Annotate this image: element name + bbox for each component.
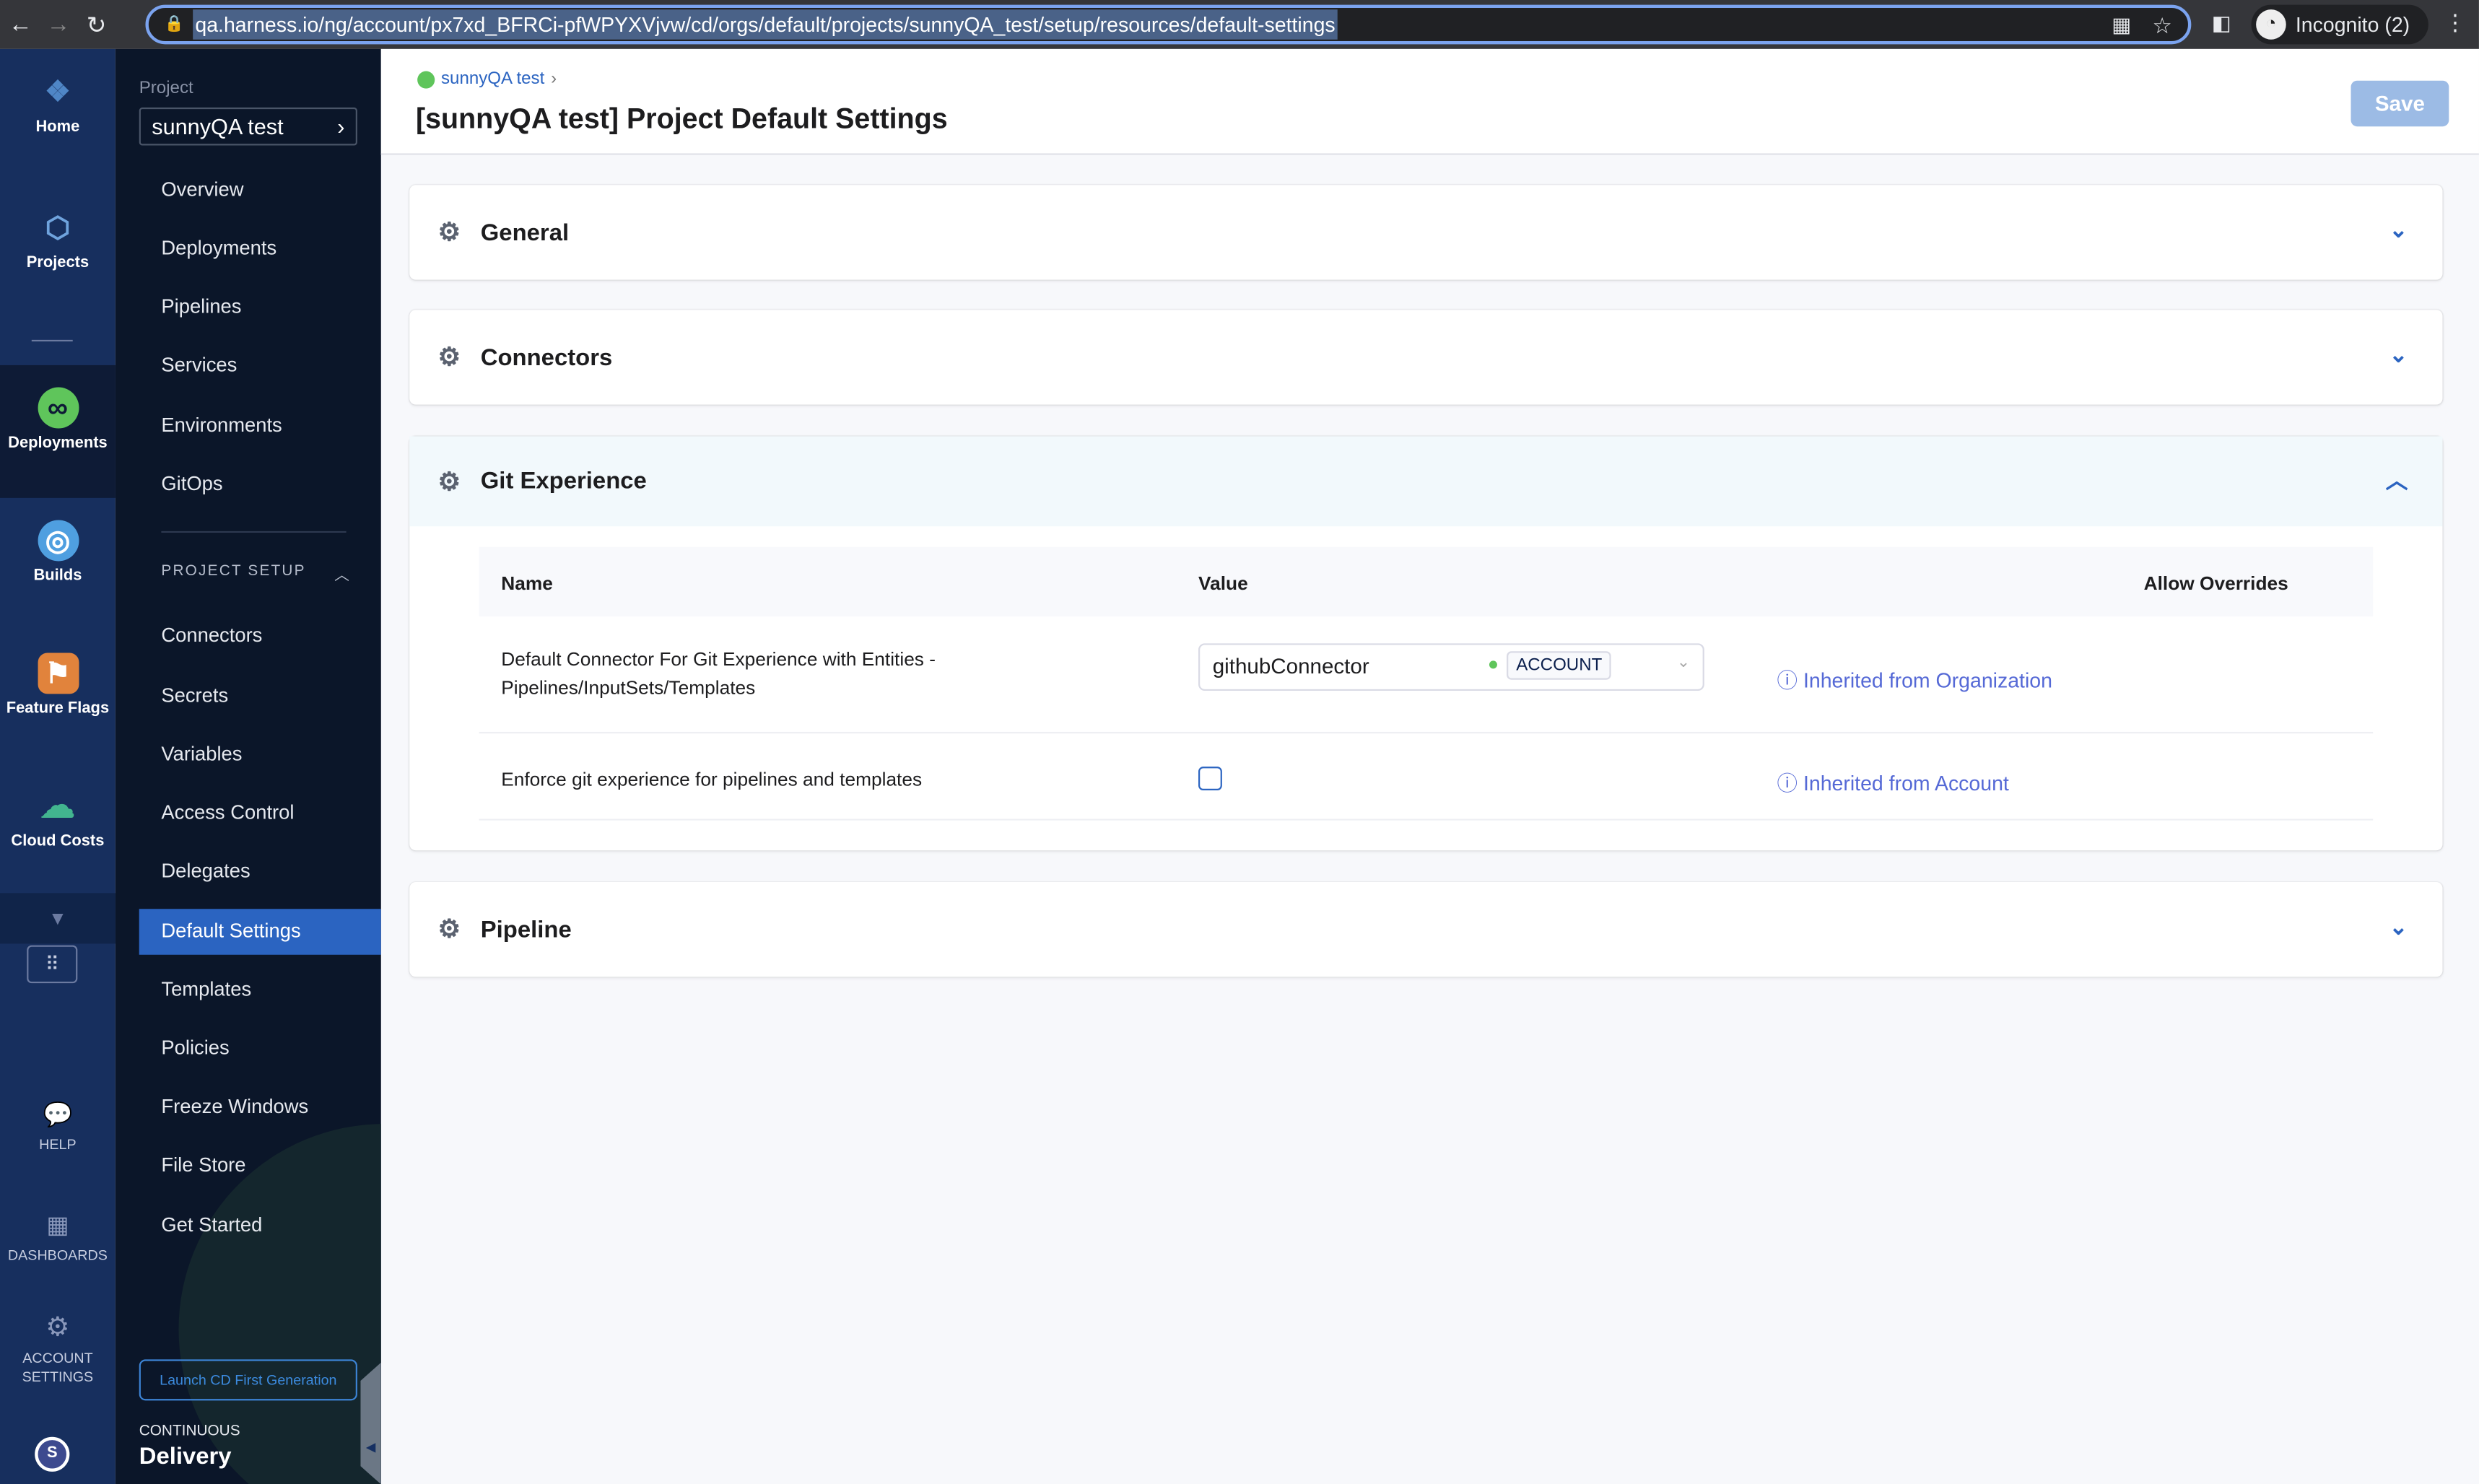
sidepanel-icon[interactable]: ◧ (2212, 11, 2231, 36)
section-pipeline[interactable]: ⚙ Pipeline ⌄ (409, 882, 2443, 977)
harness-logo-icon: ❖ (45, 76, 71, 108)
sidebar-item-policies[interactable]: Policies (139, 1026, 381, 1072)
more-modules-icon[interactable]: ▼ (0, 893, 116, 944)
rail-home[interactable]: ❖ Home (0, 71, 116, 136)
module-label: Delivery (139, 1443, 232, 1470)
user-avatar[interactable]: S (35, 1436, 70, 1472)
sidebar-item-pipelines[interactable]: Pipelines (139, 284, 381, 331)
settings-table-header: Name Value Allow Overrides (479, 546, 2374, 617)
builds-icon: ◎ (37, 520, 79, 562)
project-label: Project (139, 79, 193, 98)
project-icon (417, 70, 435, 88)
sidebar-item-deployments[interactable]: Deployments (139, 226, 381, 272)
chevron-down-icon: ⌄ (1676, 654, 1691, 672)
section-general[interactable]: ⚙ General ⌄ (409, 185, 2443, 280)
sidebar-item-overview[interactable]: Overview (139, 167, 381, 214)
project-setup-toggle[interactable]: PROJECT SETUP ︿ (161, 563, 351, 585)
rail-dashboards[interactable]: ▦ DASHBOARDS (0, 1206, 116, 1263)
sidebar-item-secrets[interactable]: Secrets (139, 673, 381, 720)
chevron-right-icon: › (337, 113, 345, 139)
rail-cloud-costs[interactable]: ☁ Cloud Costs (0, 785, 116, 850)
launch-cd-first-gen-button[interactable]: Launch CD First Generation (139, 1359, 357, 1401)
connector-select[interactable]: githubConnector ACCOUNT ⌄ (1198, 643, 1704, 691)
reload-icon[interactable]: ↻ (79, 10, 114, 38)
incognito-icon: ◔ (2256, 9, 2286, 40)
sidebar-item-delegates[interactable]: Delegates (139, 849, 381, 895)
module-rail: ❖ Home ⬡ Projects ∞ Deployments ◎ Builds ⚑ Fe… (0, 48, 116, 1484)
table-row: Enforce git experience for pipelines and… (479, 733, 2374, 821)
section-git-experience: ⚙ Git Experience ︿ Name Value Allow Overri… (409, 436, 2443, 851)
sidebar-item-services[interactable]: Services (139, 343, 381, 389)
gear-icon: ⚙ (437, 344, 461, 372)
project-sidebar: Project sunnyQA test › Overview Deploymen… (115, 48, 381, 1484)
sidebar-item-variables[interactable]: Variables (139, 732, 381, 778)
profile-label: Incognito (2) (2295, 12, 2410, 37)
cube-icon: ⬡ (45, 211, 71, 244)
breadcrumb[interactable]: sunnyQA test › (417, 69, 557, 89)
sidebar-item-templates[interactable]: Templates (139, 967, 381, 1013)
sidebar-item-connectors[interactable]: Connectors (139, 614, 381, 660)
cloud-dollar-icon: ☁ (40, 785, 76, 826)
incognito-badge[interactable]: ◔ Incognito (2) (2251, 4, 2428, 45)
rail-projects[interactable]: ⬡ Projects (0, 207, 116, 271)
deployments-icon: ∞ (37, 387, 79, 429)
inherited-info: ⓘ Inherited from Account (1777, 771, 2009, 795)
gear-icon: ⚙ (437, 917, 461, 944)
back-icon[interactable]: ← (3, 11, 38, 38)
rail-account-settings[interactable]: ⚙ ACCOUNT SETTINGS (0, 1307, 116, 1387)
sidebar-item-file-store[interactable]: File Store (139, 1143, 381, 1189)
dashboards-icon: ▦ (46, 1212, 69, 1239)
project-selector[interactable]: sunnyQA test › (139, 107, 357, 146)
chevron-up-icon: ︿ (334, 567, 352, 585)
help-icon: 💬 (43, 1101, 73, 1129)
rail-builds[interactable]: ◎ Builds (0, 520, 116, 585)
rail-feature-flags[interactable]: ⚑ Feature Flags (0, 652, 116, 717)
section-connectors[interactable]: ⚙ Connectors ⌄ (409, 310, 2443, 405)
sidebar-item-get-started[interactable]: Get Started (139, 1203, 381, 1249)
module-label-top: CONTINUOUS (139, 1423, 240, 1441)
page-header: sunnyQA test › [sunnyQA test] Project Def… (380, 48, 2479, 155)
page-title: [sunnyQA test] Project Default Settings (415, 102, 948, 135)
enforce-git-checkbox[interactable] (1198, 767, 1222, 790)
gear-icon: ⚙ (45, 1311, 70, 1343)
flag-icon: ⚑ (37, 652, 79, 694)
gear-icon: ⚙ (437, 219, 461, 247)
table-row: Default Connector For Git Experience wit… (479, 616, 2374, 734)
star-icon[interactable]: ☆ (2153, 13, 2173, 40)
forward-icon[interactable]: → (41, 11, 76, 38)
rail-deployments[interactable]: ∞ Deployments (0, 365, 116, 498)
chevron-up-icon: ︿ (2385, 468, 2408, 494)
qr-icon[interactable]: ▦ (2112, 13, 2131, 38)
sidebar-item-access-control[interactable]: Access Control (139, 790, 381, 837)
chevron-down-icon: ⌄ (2389, 341, 2408, 367)
address-bar[interactable]: 🔒 qa.harness.io/ng/account/px7xd_BFRCi-p… (145, 4, 2192, 45)
git-experience-header[interactable]: ⚙ Git Experience ︿ (409, 436, 2443, 527)
lock-icon: 🔒 (164, 15, 185, 33)
inherited-info: ⓘ Inherited from Organization (1777, 668, 2052, 693)
collapse-sidebar-icon[interactable]: ◀ (360, 1362, 381, 1484)
sidebar-item-freeze-windows[interactable]: Freeze Windows (139, 1084, 381, 1130)
sidebar-item-default-settings[interactable]: Default Settings (139, 909, 381, 955)
menu-icon[interactable]: ⋮ (2444, 9, 2467, 36)
save-button[interactable]: Save (2351, 80, 2449, 127)
chevron-down-icon: ⌄ (2389, 913, 2408, 939)
all-modules-grid-icon[interactable]: ⠿ (27, 945, 78, 984)
scope-badge: ACCOUNT (1507, 651, 1612, 680)
url-text[interactable]: qa.harness.io/ng/account/px7xd_BFRCi-pfW… (193, 9, 1337, 40)
main-content: sunnyQA test › [sunnyQA test] Project Def… (380, 48, 2479, 1484)
sidebar-item-gitops[interactable]: GitOps (139, 461, 381, 507)
rail-help[interactable]: 💬 HELP (0, 1096, 116, 1152)
browser-toolbar: ← → ↻ 🔒 qa.harness.io/ng/account/px7xd_B… (0, 0, 2479, 49)
chevron-down-icon: ⌄ (2389, 217, 2408, 243)
gear-icon: ⚙ (437, 468, 461, 496)
sidebar-item-environments[interactable]: Environments (139, 403, 381, 449)
